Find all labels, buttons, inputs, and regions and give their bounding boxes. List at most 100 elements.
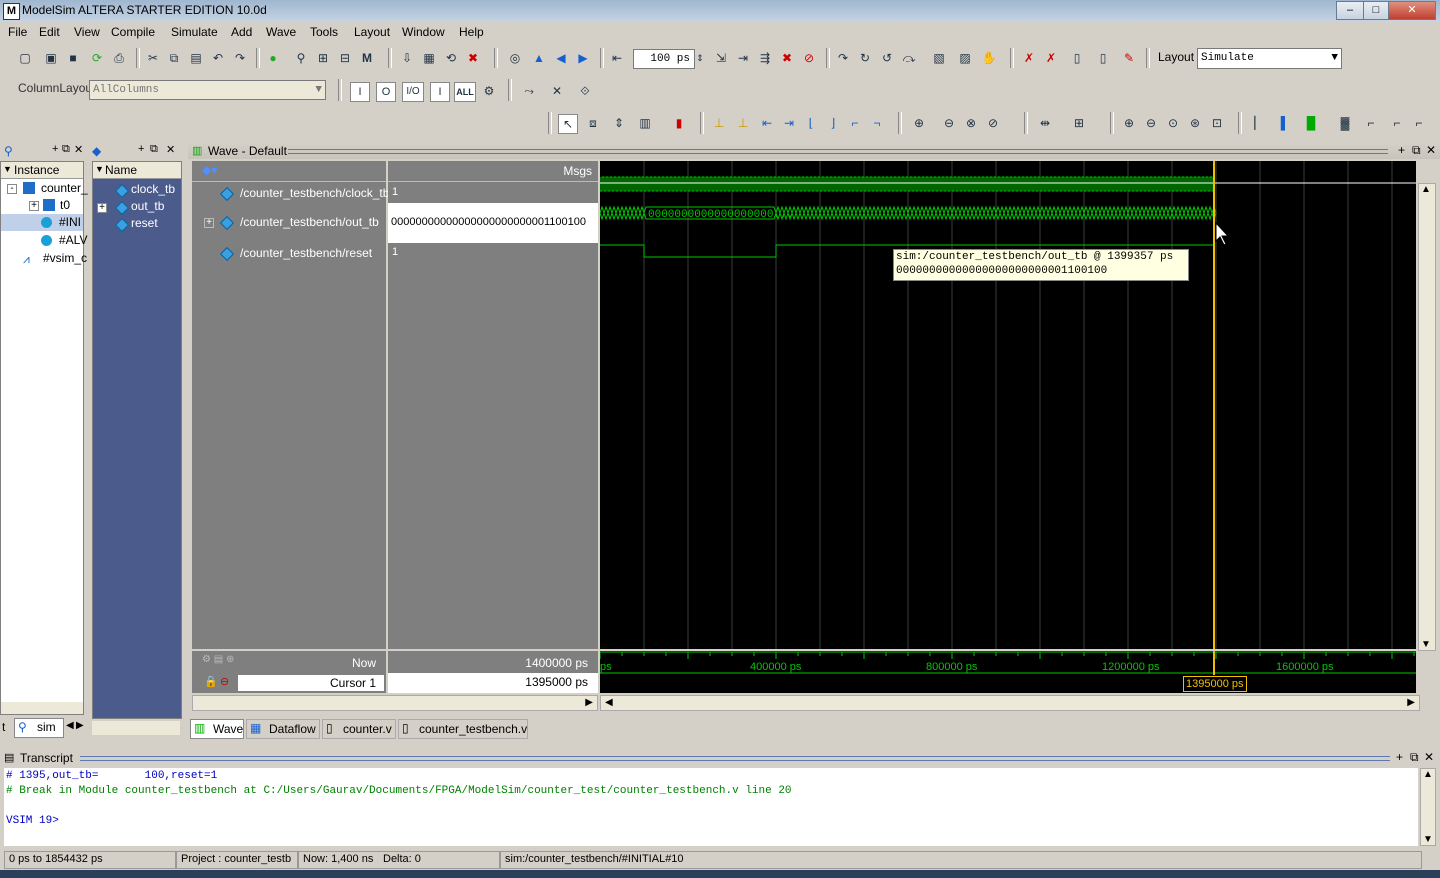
step-icon[interactable]: ↷ bbox=[834, 49, 852, 67]
menu-help[interactable]: Help bbox=[459, 25, 484, 39]
menu-tools[interactable]: Tools bbox=[310, 25, 338, 39]
zoom-full-icon[interactable]: ⊙ bbox=[1164, 114, 1182, 132]
menu-compile[interactable]: Compile bbox=[111, 25, 155, 39]
menu-window[interactable]: Window bbox=[402, 25, 445, 39]
insert-breakpoint-icon[interactable]: ▮ bbox=[670, 114, 688, 132]
run-length-spinner[interactable]: ⇕ bbox=[695, 49, 705, 67]
next-transition-icon[interactable]: ⇥ bbox=[780, 114, 798, 132]
copy-icon[interactable]: ⧉ bbox=[165, 49, 183, 67]
panel-dock-icon[interactable]: + bbox=[1396, 750, 1403, 764]
tab-library-partial[interactable]: t bbox=[2, 720, 5, 734]
profile-icon[interactable]: ▧ bbox=[930, 49, 948, 67]
transcript-console[interactable]: # 1395,out_tb= 100,reset=1 # Break in Mo… bbox=[4, 768, 1418, 846]
settings-icon[interactable]: ⚙ bbox=[480, 82, 498, 100]
filter-inout-button[interactable]: I/O bbox=[402, 82, 424, 102]
menu-add[interactable]: Add bbox=[231, 25, 252, 39]
tree-item-t0[interactable]: t0 bbox=[60, 198, 70, 212]
transcript-drag-handle[interactable] bbox=[80, 756, 1390, 761]
step-out-icon[interactable]: ↺ bbox=[878, 49, 896, 67]
tree-item-always[interactable]: #ALV bbox=[59, 233, 87, 247]
scroll-right-icon[interactable]: ▶ bbox=[585, 697, 593, 708]
remove-breakpoint-icon[interactable]: ✗ bbox=[1020, 49, 1038, 67]
panel-close-icon[interactable]: ✕ bbox=[1424, 750, 1434, 764]
run-all-icon[interactable]: ⇶ bbox=[756, 49, 774, 67]
object-out-tb[interactable]: out_tb bbox=[131, 199, 164, 213]
filter-input-button[interactable]: I bbox=[350, 82, 370, 102]
dataflow-icon[interactable]: ⊟ bbox=[336, 49, 354, 67]
memory-icon[interactable]: ▨ bbox=[956, 49, 974, 67]
up-arrow-icon[interactable]: ▲ bbox=[530, 49, 548, 67]
modelsim-icon[interactable]: M bbox=[358, 49, 376, 67]
open-folder-icon[interactable]: ▣ bbox=[42, 49, 60, 67]
scroll-right-icon[interactable]: ▶ bbox=[1407, 697, 1415, 708]
wave-style2-icon[interactable]: ⌐ bbox=[1388, 114, 1406, 132]
zoom-range-icon[interactable]: ⊡ bbox=[1208, 114, 1226, 132]
edit-icon[interactable]: ✎ bbox=[1120, 49, 1138, 67]
filter-output-button[interactable]: O bbox=[376, 82, 396, 102]
panel-undock-icon[interactable]: ⧉ bbox=[1410, 750, 1419, 765]
scroll-up-icon[interactable]: ▲ bbox=[1421, 184, 1431, 195]
wave-style-icon[interactable]: ⌐ bbox=[1362, 114, 1380, 132]
panel-undock-icon[interactable]: ⧉ bbox=[62, 143, 70, 156]
instance-hscrollbar[interactable] bbox=[1, 702, 83, 714]
scroll-down-icon[interactable]: ▼ bbox=[1423, 834, 1433, 845]
filter-internal-button[interactable]: I bbox=[430, 82, 450, 102]
menu-file[interactable]: File bbox=[8, 25, 27, 39]
select-mode-icon[interactable]: ↖ bbox=[558, 114, 578, 134]
falling-edge-icon[interactable]: ⌊ bbox=[802, 114, 820, 132]
tree-item-initial[interactable]: #INI bbox=[59, 215, 81, 229]
panel-dock-icon[interactable]: + bbox=[1398, 143, 1405, 157]
dataset-icon[interactable]: ▥ bbox=[636, 114, 654, 132]
tab-counter-testbench-v[interactable]: ▯ counter_testbench.v bbox=[398, 719, 528, 739]
delete-icon[interactable]: ✕ bbox=[548, 82, 566, 100]
divider-icon[interactable]: ⊘ bbox=[984, 114, 1002, 132]
signal-row-clock[interactable]: /counter_testbench/clock_tb bbox=[192, 183, 389, 203]
run-length-input[interactable]: 100 ps bbox=[633, 49, 695, 69]
panel-close-icon[interactable]: ✕ bbox=[74, 143, 83, 156]
wave-settings-icon[interactable]: ◆▾ bbox=[202, 163, 217, 177]
env-icon[interactable]: ◎ bbox=[506, 49, 524, 67]
zoom-in-icon[interactable]: ⊕ bbox=[1120, 114, 1138, 132]
cursor-time-tag[interactable]: 1395000 ps bbox=[1183, 676, 1247, 692]
tab-sim[interactable]: ⚲ sim bbox=[14, 718, 64, 738]
print-icon[interactable]: ⎙ bbox=[110, 49, 128, 67]
rising-edge-icon[interactable]: ⌋ bbox=[824, 114, 842, 132]
show-grid-icon[interactable]: ▏ bbox=[1250, 114, 1268, 132]
hierarchy-icon[interactable]: ⊞ bbox=[314, 49, 332, 67]
paste-icon[interactable]: ▤ bbox=[187, 49, 205, 67]
group-icon[interactable]: ⊖ bbox=[940, 114, 958, 132]
panel-close-icon[interactable]: ✕ bbox=[1426, 143, 1436, 157]
lock-icon[interactable]: 🔒 bbox=[204, 675, 218, 688]
delete-cursor-icon[interactable]: ⊥ bbox=[734, 114, 752, 132]
save-icon[interactable]: ■ bbox=[64, 49, 82, 67]
undo-icon[interactable]: ↶ bbox=[209, 49, 227, 67]
tree-expand-icon[interactable]: + bbox=[204, 218, 214, 228]
signal-row-out[interactable]: + /counter_testbench/out_tb bbox=[192, 203, 386, 243]
reload-icon[interactable]: ⟳ bbox=[88, 49, 106, 67]
tab-wave[interactable]: ▥ Wave bbox=[190, 719, 244, 739]
menu-simulate[interactable]: Simulate bbox=[171, 25, 218, 39]
panel-undock-icon[interactable]: ⧉ bbox=[150, 143, 158, 156]
close-button[interactable]: ✕ bbox=[1388, 1, 1436, 20]
command-prompt[interactable]: VSIM 19> bbox=[6, 815, 59, 827]
show-block-icon[interactable]: █ bbox=[1302, 114, 1320, 132]
tab-scroll-left-icon[interactable]: ◀ bbox=[66, 720, 74, 731]
continue-icon[interactable]: ⇥ bbox=[734, 49, 752, 67]
signal-hscrollbar[interactable]: ▶ bbox=[192, 695, 598, 711]
combine-icon[interactable]: ⊗ bbox=[962, 114, 980, 132]
menu-edit[interactable]: Edit bbox=[39, 25, 60, 39]
tab-counter-v[interactable]: ▯ counter.v bbox=[322, 719, 396, 739]
zoom-out-icon[interactable]: ⊖ bbox=[1142, 114, 1160, 132]
tree-collapse-icon[interactable]: - bbox=[7, 184, 17, 194]
scroll-down-icon[interactable]: ▼ bbox=[1421, 639, 1431, 650]
waveform-canvas[interactable]: 0000000000000000000... sim:/counter_test… bbox=[600, 161, 1416, 649]
wave-hscrollbar[interactable]: ◀ ▶ bbox=[600, 695, 1420, 711]
objects-hscrollbar[interactable] bbox=[92, 721, 180, 735]
doc-icon[interactable]: ▯ bbox=[1068, 49, 1086, 67]
object-clock-tb[interactable]: clock_tb bbox=[131, 182, 175, 196]
show-bar-icon[interactable]: ▌ bbox=[1276, 114, 1294, 132]
object-reset[interactable]: reset bbox=[131, 216, 158, 230]
timeline-pane[interactable]: ps 400000 ps 800000 ps 1200000 ps 160000… bbox=[600, 651, 1416, 693]
insert-cursor-icon[interactable]: ⊥ bbox=[710, 114, 728, 132]
menu-layout[interactable]: Layout bbox=[354, 25, 390, 39]
